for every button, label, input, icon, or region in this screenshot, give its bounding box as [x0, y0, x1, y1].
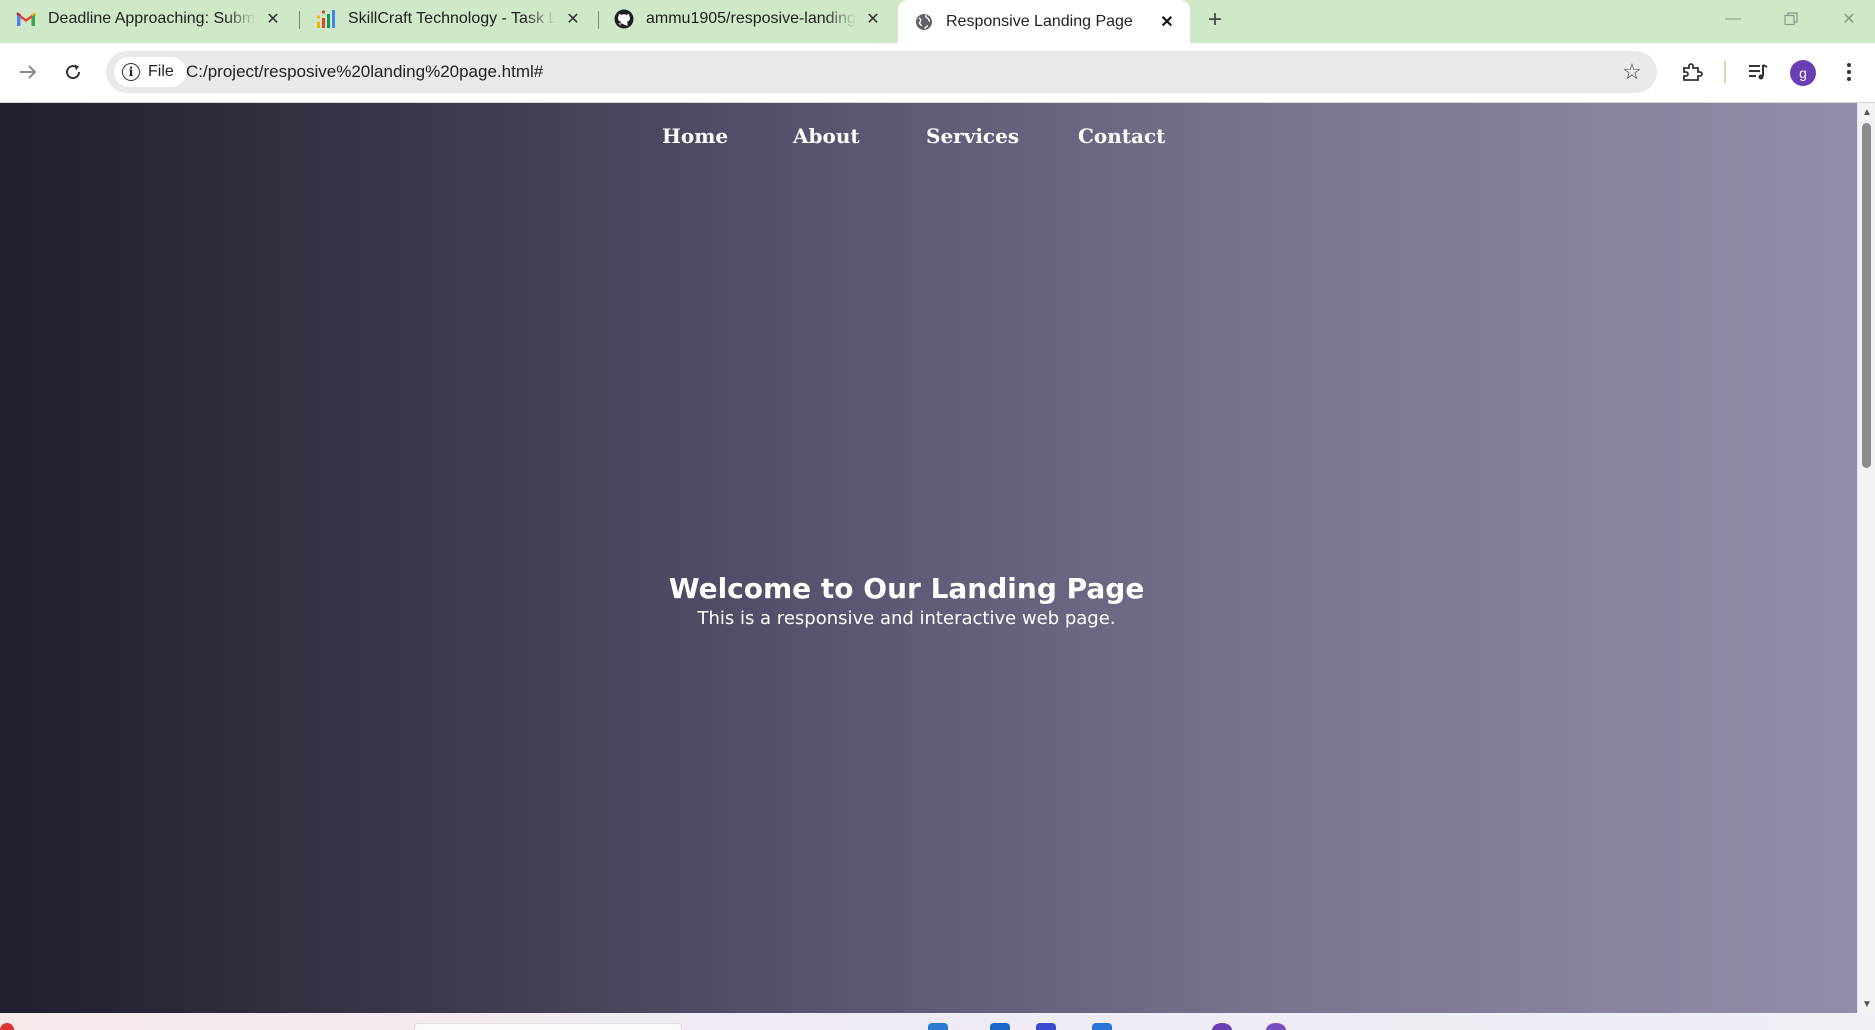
- globe-icon: [914, 12, 934, 32]
- restore-icon: [1784, 12, 1798, 26]
- restore-button[interactable]: [1762, 0, 1820, 38]
- site-info-label: File: [148, 63, 174, 80]
- tab-responsive-landing-page[interactable]: Responsive Landing Page ✕: [898, 0, 1190, 43]
- close-icon[interactable]: ✕: [1156, 11, 1178, 33]
- tab-title: ammu1905/resposive-landing-p: [646, 10, 856, 27]
- toolbar-divider: [1724, 61, 1726, 83]
- page-viewport: Home About Services Contact Welcome to O…: [0, 103, 1857, 1013]
- scroll-up-arrow-icon[interactable]: ▲: [1861, 106, 1873, 118]
- reload-button[interactable]: [58, 57, 88, 87]
- tab-gmail[interactable]: Deadline Approaching: Submit ✕: [0, 0, 296, 38]
- menu-button[interactable]: [1834, 57, 1864, 87]
- address-bar[interactable]: i File C:/project/resposive%20landing%20…: [106, 51, 1657, 93]
- nav-link-about[interactable]: About: [793, 124, 860, 148]
- close-icon[interactable]: ✕: [862, 8, 884, 30]
- tab-title: Deadline Approaching: Submit: [48, 10, 256, 27]
- puzzle-icon: [1683, 63, 1703, 81]
- site-info-chip[interactable]: i File: [114, 57, 186, 87]
- weather-icon: [0, 1023, 14, 1030]
- tab-title: SkillCraft Technology - Task List: [348, 10, 556, 27]
- tab-title: Responsive Landing Page: [946, 12, 1133, 30]
- os-taskbar: [0, 1013, 1875, 1030]
- media-controls-button[interactable]: [1743, 57, 1773, 87]
- bar-chart-icon: [316, 9, 336, 29]
- nav-link-home[interactable]: Home: [662, 124, 728, 148]
- hero-subtitle: This is a responsive and interactive web…: [697, 608, 1116, 629]
- taskbar-app-icon[interactable]: [1266, 1023, 1286, 1030]
- browser-toolbar: i File C:/project/resposive%20landing%20…: [0, 43, 1875, 103]
- url-text[interactable]: C:/project/resposive%20landing%20page.ht…: [186, 51, 543, 93]
- scroll-down-arrow-icon[interactable]: ▼: [1861, 998, 1873, 1010]
- more-vertical-icon: [1847, 63, 1851, 81]
- bookmark-star-icon[interactable]: ☆: [1619, 59, 1645, 85]
- hero-heading: Welcome to Our Landing Page: [668, 572, 1145, 605]
- arrow-right-icon: [20, 65, 37, 79]
- scrollbar-thumb[interactable]: [1862, 123, 1871, 468]
- nav-link-contact[interactable]: Contact: [1078, 124, 1165, 148]
- reload-icon: [66, 64, 81, 80]
- extensions-button[interactable]: [1677, 57, 1707, 87]
- forward-button[interactable]: [13, 57, 43, 87]
- github-icon: [614, 9, 634, 29]
- close-icon[interactable]: ✕: [562, 8, 584, 30]
- info-icon: i: [122, 63, 140, 81]
- tab-strip: Deadline Approaching: Submit ✕ SkillCraf…: [0, 0, 1875, 43]
- site-nav: Home About Services Contact: [0, 103, 1857, 171]
- taskbar-app-icon[interactable]: [1212, 1023, 1232, 1030]
- taskbar-app-icon[interactable]: [990, 1023, 1010, 1030]
- vertical-scrollbar[interactable]: ▲ ▼: [1857, 103, 1875, 1013]
- close-window-button[interactable]: ✕: [1820, 0, 1875, 38]
- taskbar-search-box[interactable]: [414, 1023, 682, 1030]
- close-icon[interactable]: ✕: [262, 8, 284, 30]
- tab-skillcraft[interactable]: SkillCraft Technology - Task List ✕: [300, 0, 596, 38]
- hero-section: Welcome to Our Landing Page This is a re…: [0, 572, 1813, 632]
- taskbar-app-icon[interactable]: [1092, 1023, 1112, 1030]
- gmail-icon: [16, 9, 36, 29]
- tab-github[interactable]: ammu1905/resposive-landing-p ✕: [598, 0, 896, 38]
- nav-link-services[interactable]: Services: [926, 124, 1019, 148]
- minimize-button[interactable]: —: [1704, 0, 1762, 38]
- new-tab-button[interactable]: +: [1201, 6, 1229, 34]
- taskbar-app-icon[interactable]: [1036, 1023, 1056, 1030]
- playlist-icon: [1749, 64, 1768, 80]
- profile-avatar[interactable]: g: [1790, 60, 1816, 86]
- taskbar-app-icon[interactable]: [928, 1023, 948, 1030]
